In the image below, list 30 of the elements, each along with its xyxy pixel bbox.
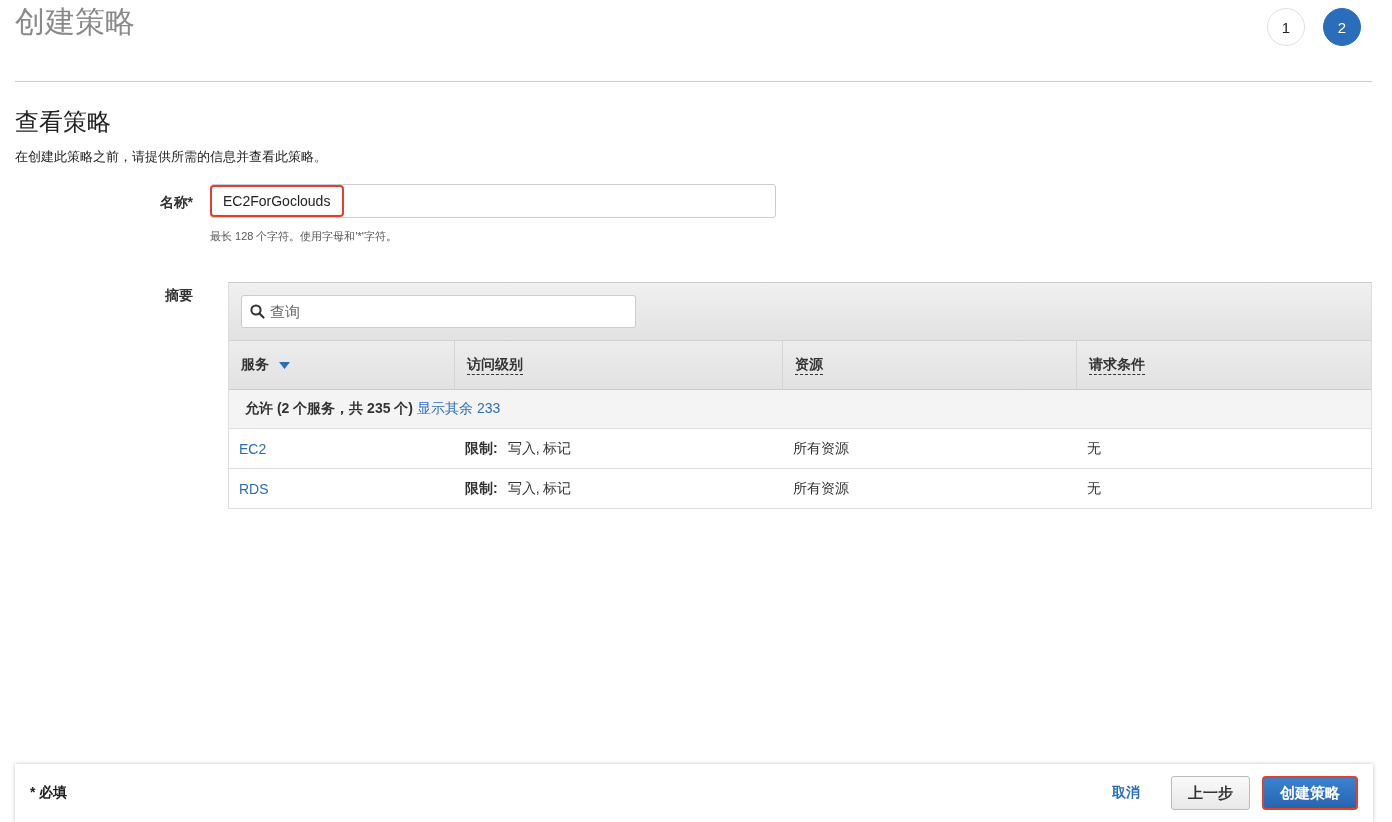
back-button[interactable]: 上一步: [1171, 776, 1250, 810]
field-hint: 最长 128 个字符。使用字母和'*'字符。: [210, 229, 398, 244]
section-description: 在创建此策略之前，请提供所需的信息并查看此策略。: [15, 148, 328, 166]
service-link[interactable]: EC2: [239, 440, 267, 457]
page-title: 创建策略: [15, 4, 135, 40]
column-header[interactable]: 请求条件: [1077, 341, 1371, 389]
table-cell: 所有资源: [793, 439, 849, 458]
section-heading: 查看策略: [15, 107, 112, 137]
field-label: 摘要: [164, 286, 194, 305]
required-note: * 必填: [30, 784, 68, 802]
table-cell: 无: [1087, 479, 1101, 498]
table-cell: 写入, 标记: [507, 439, 572, 458]
access-label: 限制:: [465, 479, 498, 498]
table-cell: 所有资源: [793, 479, 849, 498]
search-field[interactable]: 查询: [241, 295, 636, 328]
column-header[interactable]: 访问级别: [455, 341, 783, 389]
field-label: 名称*: [158, 193, 194, 212]
column-header[interactable]: 服务: [229, 341, 455, 389]
table-cell: 无: [1087, 439, 1101, 458]
step-indicator: 2: [1323, 8, 1361, 46]
column-header[interactable]: 资源: [783, 341, 1077, 389]
show-remaining-link[interactable]: 显示其余 233: [417, 400, 501, 418]
name-field[interactable]: EC2ForGoclouds: [210, 184, 776, 218]
create-button[interactable]: 创建策略: [1262, 776, 1358, 810]
table-cell: 写入, 标记: [507, 479, 572, 498]
access-label: 限制:: [465, 439, 498, 458]
service-link[interactable]: RDS: [239, 480, 269, 497]
cancel-link[interactable]: 取消: [1112, 784, 1140, 802]
name-value: EC2ForGoclouds: [210, 185, 345, 217]
group-label: 允许 (2 个服务，共 235 个): [245, 400, 414, 418]
